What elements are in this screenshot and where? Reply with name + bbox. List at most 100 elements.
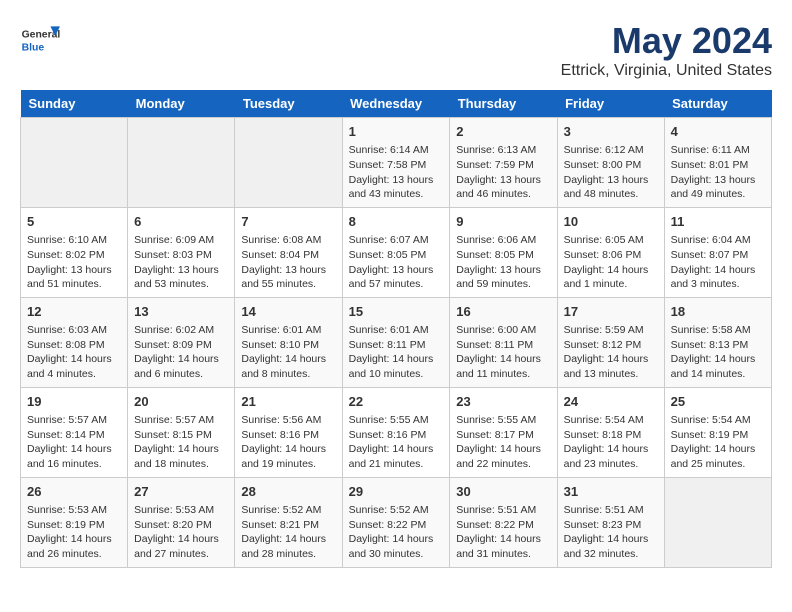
day-number: 22 bbox=[349, 393, 444, 411]
day-number: 19 bbox=[27, 393, 121, 411]
day-cell: 11 Sunrise: 6:04 AMSunset: 8:07 PMDayligh… bbox=[664, 207, 771, 297]
day-info: Sunrise: 5:53 AMSunset: 8:20 PMDaylight:… bbox=[134, 503, 228, 562]
page-header: General Blue May 2024 Ettrick, Virginia,… bbox=[20, 20, 772, 80]
day-info: Sunrise: 5:54 AMSunset: 8:19 PMDaylight:… bbox=[671, 413, 765, 472]
day-cell: 16 Sunrise: 6:00 AMSunset: 8:11 PMDayligh… bbox=[450, 297, 557, 387]
day-info: Sunrise: 5:56 AMSunset: 8:16 PMDaylight:… bbox=[241, 413, 335, 472]
day-info: Sunrise: 5:58 AMSunset: 8:13 PMDaylight:… bbox=[671, 323, 765, 382]
day-number: 30 bbox=[456, 483, 550, 501]
day-number: 17 bbox=[564, 303, 658, 321]
day-number: 8 bbox=[349, 213, 444, 231]
header-cell-saturday: Saturday bbox=[664, 90, 771, 118]
header-cell-tuesday: Tuesday bbox=[235, 90, 342, 118]
day-cell bbox=[235, 118, 342, 208]
day-number: 25 bbox=[671, 393, 765, 411]
day-number: 11 bbox=[671, 213, 765, 231]
day-number: 12 bbox=[27, 303, 121, 321]
day-number: 16 bbox=[456, 303, 550, 321]
day-info: Sunrise: 5:52 AMSunset: 8:21 PMDaylight:… bbox=[241, 503, 335, 562]
day-info: Sunrise: 5:57 AMSunset: 8:15 PMDaylight:… bbox=[134, 413, 228, 472]
day-info: Sunrise: 6:09 AMSunset: 8:03 PMDaylight:… bbox=[134, 233, 228, 292]
logo-icon: General Blue bbox=[20, 20, 60, 60]
day-info: Sunrise: 5:57 AMSunset: 8:14 PMDaylight:… bbox=[27, 413, 121, 472]
week-row-2: 5 Sunrise: 6:10 AMSunset: 8:02 PMDaylight… bbox=[21, 207, 772, 297]
logo: General Blue bbox=[20, 20, 66, 60]
day-info: Sunrise: 6:10 AMSunset: 8:02 PMDaylight:… bbox=[27, 233, 121, 292]
day-number: 15 bbox=[349, 303, 444, 321]
day-cell: 4Sunrise: 6:11 AMSunset: 8:01 PMDaylight… bbox=[664, 118, 771, 208]
day-number: 28 bbox=[241, 483, 335, 501]
day-cell: 6 Sunrise: 6:09 AMSunset: 8:03 PMDaylight… bbox=[128, 207, 235, 297]
day-number: 5 bbox=[27, 213, 121, 231]
day-cell: 25 Sunrise: 5:54 AMSunset: 8:19 PMDayligh… bbox=[664, 387, 771, 477]
day-cell: 3 Sunrise: 6:12 AMSunset: 8:00 PMDaylight… bbox=[557, 118, 664, 208]
day-info: Sunrise: 6:06 AMSunset: 8:05 PMDaylight:… bbox=[456, 233, 550, 292]
header-cell-wednesday: Wednesday bbox=[342, 90, 450, 118]
day-number: 7 bbox=[241, 213, 335, 231]
day-info: Sunrise: 6:01 AMSunset: 8:11 PMDaylight:… bbox=[349, 323, 444, 382]
week-row-5: 26Sunrise: 5:53 AMSunset: 8:19 PMDayligh… bbox=[21, 477, 772, 567]
day-info: Sunrise: 6:03 AMSunset: 8:08 PMDaylight:… bbox=[27, 323, 121, 382]
day-info: Sunrise: 5:55 AMSunset: 8:16 PMDaylight:… bbox=[349, 413, 444, 472]
day-info: Sunrise: 5:55 AMSunset: 8:17 PMDaylight:… bbox=[456, 413, 550, 472]
day-number: 21 bbox=[241, 393, 335, 411]
day-cell: 23Sunrise: 5:55 AMSunset: 8:17 PMDayligh… bbox=[450, 387, 557, 477]
calendar-body: 1 Sunrise: 6:14 AMSunset: 7:58 PMDaylight… bbox=[21, 118, 772, 568]
day-number: 31 bbox=[564, 483, 658, 501]
day-cell: 1 Sunrise: 6:14 AMSunset: 7:58 PMDaylight… bbox=[342, 118, 450, 208]
day-cell bbox=[21, 118, 128, 208]
day-number: 24 bbox=[564, 393, 658, 411]
header-cell-thursday: Thursday bbox=[450, 90, 557, 118]
day-cell: 2 Sunrise: 6:13 AMSunset: 7:59 PMDaylight… bbox=[450, 118, 557, 208]
day-info: Sunrise: 6:08 AMSunset: 8:04 PMDaylight:… bbox=[241, 233, 335, 292]
day-cell: 17 Sunrise: 5:59 AMSunset: 8:12 PMDayligh… bbox=[557, 297, 664, 387]
day-number: 2 bbox=[456, 123, 550, 141]
day-info: Sunrise: 5:51 AMSunset: 8:22 PMDaylight:… bbox=[456, 503, 550, 562]
day-cell: 10 Sunrise: 6:05 AMSunset: 8:06 PMDayligh… bbox=[557, 207, 664, 297]
day-info: Sunrise: 6:13 AMSunset: 7:59 PMDaylight:… bbox=[456, 143, 550, 202]
day-cell: 8Sunrise: 6:07 AMSunset: 8:05 PMDaylight… bbox=[342, 207, 450, 297]
day-info: Sunrise: 6:04 AMSunset: 8:07 PMDaylight:… bbox=[671, 233, 765, 292]
day-cell: 14Sunrise: 6:01 AMSunset: 8:10 PMDayligh… bbox=[235, 297, 342, 387]
day-cell: 12 Sunrise: 6:03 AMSunset: 8:08 PMDayligh… bbox=[21, 297, 128, 387]
day-cell: 28 Sunrise: 5:52 AMSunset: 8:21 PMDayligh… bbox=[235, 477, 342, 567]
calendar-table: SundayMondayTuesdayWednesdayThursdayFrid… bbox=[20, 90, 772, 568]
day-info: Sunrise: 6:00 AMSunset: 8:11 PMDaylight:… bbox=[456, 323, 550, 382]
day-cell bbox=[128, 118, 235, 208]
day-cell: 30 Sunrise: 5:51 AMSunset: 8:22 PMDayligh… bbox=[450, 477, 557, 567]
day-number: 4 bbox=[671, 123, 765, 141]
day-number: 10 bbox=[564, 213, 658, 231]
day-info: Sunrise: 6:05 AMSunset: 8:06 PMDaylight:… bbox=[564, 233, 658, 292]
day-number: 3 bbox=[564, 123, 658, 141]
day-number: 9 bbox=[456, 213, 550, 231]
day-info: Sunrise: 5:59 AMSunset: 8:12 PMDaylight:… bbox=[564, 323, 658, 382]
day-cell: 29Sunrise: 5:52 AMSunset: 8:22 PMDayligh… bbox=[342, 477, 450, 567]
day-cell: 13 Sunrise: 6:02 AMSunset: 8:09 PMDayligh… bbox=[128, 297, 235, 387]
day-number: 27 bbox=[134, 483, 228, 501]
title-block: May 2024 Ettrick, Virginia, United State… bbox=[561, 20, 772, 80]
day-cell: 15 Sunrise: 6:01 AMSunset: 8:11 PMDayligh… bbox=[342, 297, 450, 387]
day-cell: 31 Sunrise: 5:51 AMSunset: 8:23 PMDayligh… bbox=[557, 477, 664, 567]
day-cell: 5 Sunrise: 6:10 AMSunset: 8:02 PMDaylight… bbox=[21, 207, 128, 297]
header-cell-friday: Friday bbox=[557, 90, 664, 118]
day-cell: 27 Sunrise: 5:53 AMSunset: 8:20 PMDayligh… bbox=[128, 477, 235, 567]
day-cell: 19 Sunrise: 5:57 AMSunset: 8:14 PMDayligh… bbox=[21, 387, 128, 477]
header-row: SundayMondayTuesdayWednesdayThursdayFrid… bbox=[21, 90, 772, 118]
day-cell: 21 Sunrise: 5:56 AMSunset: 8:16 PMDayligh… bbox=[235, 387, 342, 477]
day-number: 6 bbox=[134, 213, 228, 231]
day-info: Sunrise: 5:52 AMSunset: 8:22 PMDaylight:… bbox=[349, 503, 444, 562]
day-cell bbox=[664, 477, 771, 567]
day-info: Sunrise: 5:54 AMSunset: 8:18 PMDaylight:… bbox=[564, 413, 658, 472]
day-number: 1 bbox=[349, 123, 444, 141]
week-row-1: 1 Sunrise: 6:14 AMSunset: 7:58 PMDaylight… bbox=[21, 118, 772, 208]
day-cell: 20Sunrise: 5:57 AMSunset: 8:15 PMDayligh… bbox=[128, 387, 235, 477]
calendar-header: SundayMondayTuesdayWednesdayThursdayFrid… bbox=[21, 90, 772, 118]
day-number: 13 bbox=[134, 303, 228, 321]
day-info: Sunrise: 5:51 AMSunset: 8:23 PMDaylight:… bbox=[564, 503, 658, 562]
day-info: Sunrise: 6:12 AMSunset: 8:00 PMDaylight:… bbox=[564, 143, 658, 202]
location: Ettrick, Virginia, United States bbox=[561, 62, 772, 80]
day-info: Sunrise: 6:02 AMSunset: 8:09 PMDaylight:… bbox=[134, 323, 228, 382]
day-cell: 7 Sunrise: 6:08 AMSunset: 8:04 PMDaylight… bbox=[235, 207, 342, 297]
day-info: Sunrise: 6:14 AMSunset: 7:58 PMDaylight:… bbox=[349, 143, 444, 202]
day-cell: 24 Sunrise: 5:54 AMSunset: 8:18 PMDayligh… bbox=[557, 387, 664, 477]
